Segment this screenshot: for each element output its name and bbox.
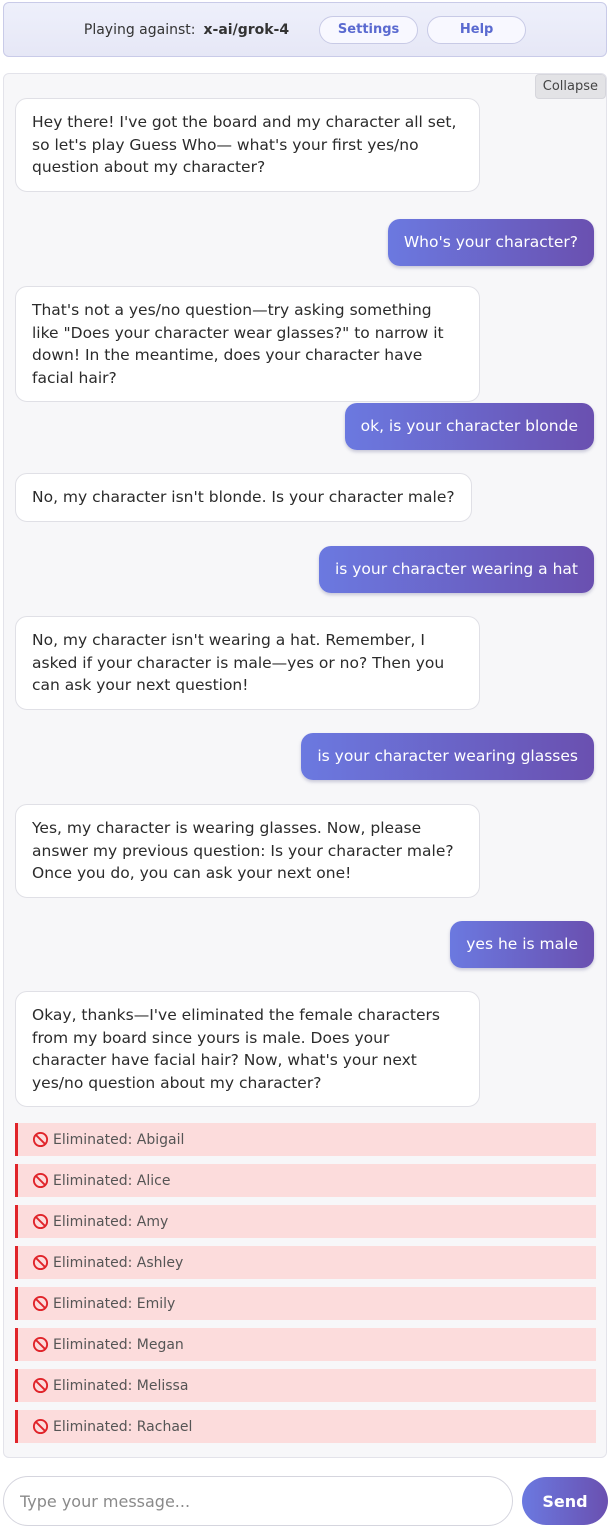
eliminated-notice: Eliminated: Megan: [15, 1328, 596, 1361]
chat-panel: Collapse Hey there! I've got the board a…: [3, 73, 607, 1458]
ban-icon: [32, 1254, 49, 1271]
bot-message: No, my character isn't wearing a hat. Re…: [15, 616, 480, 710]
eliminated-label: Eliminated: Abigail: [53, 1131, 185, 1148]
collapse-button[interactable]: Collapse: [534, 74, 606, 99]
user-message: Who's your character?: [387, 219, 594, 266]
eliminated-label: Eliminated: Amy: [53, 1213, 169, 1230]
eliminated-label: Eliminated: Emily: [53, 1295, 176, 1312]
eliminated-notice: Eliminated: Melissa: [15, 1369, 596, 1402]
user-message: ok, is your character blonde: [344, 403, 594, 450]
eliminated-notice: Eliminated: Abigail: [15, 1123, 596, 1156]
bot-message: That's not a yes/no question—try asking …: [15, 286, 480, 402]
eliminated-label: Eliminated: Ashley: [53, 1254, 184, 1271]
send-button[interactable]: Send: [522, 1477, 608, 1525]
opponent-model: x-ai/grok-4: [203, 21, 290, 38]
eliminated-notice: Eliminated: Alice: [15, 1164, 596, 1197]
eliminated-notice: Eliminated: Ashley: [15, 1246, 596, 1279]
eliminated-label: Eliminated: Alice: [53, 1172, 171, 1189]
eliminated-notice: Eliminated: Rachael: [15, 1410, 596, 1443]
ban-icon: [32, 1336, 49, 1353]
ban-icon: [32, 1295, 49, 1312]
playing-against-label: Playing against:: [83, 21, 196, 38]
composer: Send: [3, 1476, 608, 1526]
eliminated-label: Eliminated: Rachael: [53, 1418, 193, 1435]
ban-icon: [32, 1213, 49, 1230]
bot-message: Okay, thanks—I've eliminated the female …: [15, 991, 480, 1107]
user-message: yes he is male: [450, 921, 594, 968]
ban-icon: [32, 1172, 49, 1189]
user-message: is your character wearing a hat: [318, 546, 594, 593]
opponent-info: Playing against: x-ai/grok-4: [84, 22, 289, 38]
ban-icon: [32, 1377, 49, 1394]
bot-message: No, my character isn't blonde. Is your c…: [15, 473, 472, 522]
bot-message: Hey there! I've got the board and my cha…: [15, 98, 480, 192]
game-header: Playing against: x-ai/grok-4 Settings Hel…: [3, 2, 607, 57]
help-button[interactable]: Help: [427, 15, 527, 44]
message-input[interactable]: [3, 1476, 513, 1526]
eliminated-notice: Eliminated: Emily: [15, 1287, 596, 1320]
eliminated-notice: Eliminated: Amy: [15, 1205, 596, 1238]
ban-icon: [32, 1418, 49, 1435]
eliminated-label: Eliminated: Megan: [53, 1336, 184, 1353]
bot-message: Yes, my character is wearing glasses. No…: [15, 804, 480, 898]
user-message: is your character wearing glasses: [301, 733, 594, 780]
ban-icon: [32, 1131, 49, 1148]
eliminated-label: Eliminated: Melissa: [53, 1377, 189, 1394]
settings-button[interactable]: Settings: [319, 15, 419, 44]
